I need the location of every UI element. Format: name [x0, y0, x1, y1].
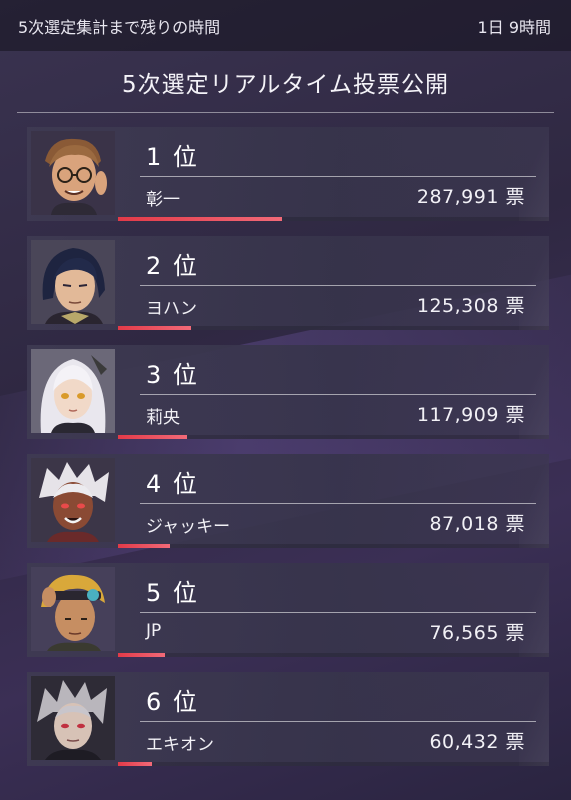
character-name: 彰一 — [146, 190, 180, 210]
card-divider — [140, 285, 536, 286]
vote-bar-fill — [118, 653, 166, 657]
vote-bar — [118, 762, 549, 766]
vote-bar — [118, 544, 549, 548]
vote-bar — [118, 326, 549, 330]
card-divider — [140, 503, 536, 504]
vote-bar-fill — [118, 544, 170, 548]
vote-count: 60,432 票 — [429, 731, 525, 753]
character-portrait-white-haired-girl — [31, 349, 115, 433]
vote-count: 76,565 票 — [429, 622, 525, 644]
character-name: ヨハン — [146, 299, 197, 319]
vote-bar-fill — [118, 217, 282, 221]
character-name: ジャッキー — [146, 517, 231, 537]
ranking-card-5[interactable]: 5 位 JP 76,565 票 — [27, 563, 549, 657]
ranking-card-3[interactable]: 3 位 莉央 117,909 票 — [27, 345, 549, 439]
rank-label: 2 位 — [146, 252, 199, 280]
vote-count: 287,991 票 — [416, 186, 525, 208]
card-divider — [140, 721, 536, 722]
vote-count: 87,018 票 — [429, 513, 525, 535]
ranking-list: 1 位 彰一 287,991 票 2 位 ヨハン 125,308 票 3 位 莉… — [0, 0, 571, 800]
vote-bar — [118, 217, 549, 221]
vote-count: 117,909 票 — [416, 404, 525, 426]
vote-bar-fill — [118, 762, 153, 766]
character-portrait-dark-haired-man — [31, 240, 115, 324]
ranking-card-4[interactable]: 4 位 ジャッキー 87,018 票 — [27, 454, 549, 548]
character-name: エキオン — [146, 735, 214, 755]
rank-label: 6 位 — [146, 688, 199, 716]
card-divider — [140, 176, 536, 177]
ranking-card-6[interactable]: 6 位 エキオン 60,432 票 — [27, 672, 549, 766]
vote-bar — [118, 653, 549, 657]
card-divider — [140, 394, 536, 395]
character-name: JP — [146, 621, 162, 641]
character-portrait-blond-man — [31, 567, 115, 651]
vote-count: 125,308 票 — [416, 295, 525, 317]
character-portrait-white-haired-woman — [31, 458, 115, 542]
vote-bar-fill — [118, 326, 192, 330]
rank-label: 3 位 — [146, 361, 199, 389]
ranking-card-1[interactable]: 1 位 彰一 287,991 票 — [27, 127, 549, 221]
character-portrait-glasses-man — [31, 131, 115, 215]
character-portrait-grey-haired-man — [31, 676, 115, 760]
rank-label: 4 位 — [146, 470, 199, 498]
vote-bar-fill — [118, 435, 187, 439]
rank-label: 1 位 — [146, 143, 199, 171]
vote-bar — [118, 435, 549, 439]
ranking-card-2[interactable]: 2 位 ヨハン 125,308 票 — [27, 236, 549, 330]
rank-label: 5 位 — [146, 579, 199, 607]
card-divider — [140, 612, 536, 613]
character-name: 莉央 — [146, 408, 180, 428]
